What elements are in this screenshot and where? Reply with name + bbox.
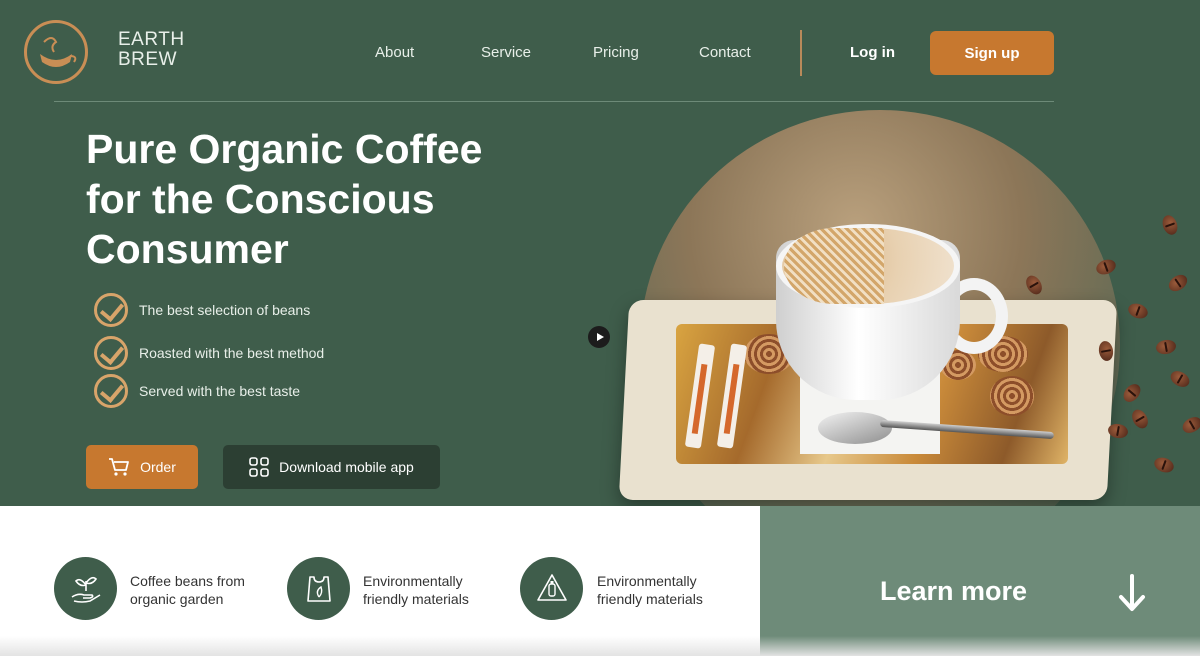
benefit-icon-badge: [54, 557, 117, 620]
feature-item: The best selection of beans: [94, 293, 310, 327]
signup-button[interactable]: Sign up: [930, 31, 1054, 75]
nav-pricing[interactable]: Pricing: [593, 44, 639, 61]
nav-divider: [800, 30, 802, 76]
benefit-icon-badge: [520, 557, 583, 620]
coffee-bean: [1128, 406, 1152, 432]
checkmark-icon: [94, 374, 128, 408]
brand-name: EARTH BREW: [118, 30, 185, 70]
nav-service[interactable]: Service: [481, 44, 531, 61]
coffee-bean: [1126, 301, 1150, 321]
coffee-bean: [1106, 422, 1130, 440]
coffee-bean: [1167, 367, 1193, 391]
coffee-bean: [1160, 213, 1180, 237]
benefit-text: Coffee beans from organic garden: [130, 572, 245, 608]
feature-label: Roasted with the best method: [139, 345, 325, 361]
foam-topping: [784, 228, 884, 304]
download-app-label: Download mobile app: [279, 459, 414, 475]
benefit-line-2: friendly materials: [363, 591, 469, 607]
play-video-button[interactable]: [588, 326, 610, 348]
coffee-bean: [1179, 413, 1200, 437]
feature-item: Served with the best taste: [94, 374, 300, 408]
bottom-shadow: [0, 636, 1200, 656]
cart-icon: [109, 458, 129, 476]
order-button[interactable]: Order: [86, 445, 198, 489]
eco-bag-icon: [306, 575, 331, 602]
benefit-line-1: Environmentally: [363, 573, 463, 589]
hero-headline: Pure Organic Coffee for the Conscious Co…: [86, 126, 483, 272]
benefit-line-1: Environmentally: [597, 573, 697, 589]
checkmark-icon: [94, 293, 128, 327]
coffee-bean: [1154, 338, 1178, 356]
brand-logo[interactable]: [24, 20, 88, 84]
nav-contact[interactable]: Contact: [699, 44, 751, 61]
benefit-text: Environmentally friendly materials: [597, 572, 703, 608]
benefit-text: Environmentally friendly materials: [363, 572, 469, 608]
brand-line-2: BREW: [118, 49, 177, 70]
feature-item: Roasted with the best method: [94, 336, 324, 370]
order-label: Order: [140, 459, 176, 475]
coffee-bean: [1152, 455, 1176, 475]
header-divider: [54, 101, 1054, 102]
learn-more-label[interactable]: Learn more: [880, 576, 1027, 607]
feature-label: Served with the best taste: [139, 383, 301, 399]
coffee-bean: [1165, 271, 1191, 295]
download-app-button[interactable]: Download mobile app: [223, 445, 440, 489]
hand-sprout-icon: [71, 576, 100, 603]
checkmark-icon: [94, 336, 128, 370]
login-link[interactable]: Log in: [850, 44, 895, 61]
benefit-line-1: Coffee beans from: [130, 573, 245, 589]
spoon: [818, 412, 892, 444]
feature-label: The best selection of beans: [139, 302, 311, 318]
nav-about[interactable]: About: [375, 44, 414, 61]
hero-section: EARTH BREW About Service Pricing Contact…: [0, 0, 1200, 506]
recycle-bottle-icon: [536, 573, 567, 601]
arrow-down-icon[interactable]: [1118, 574, 1146, 614]
benefit-icon-badge: [287, 557, 350, 620]
shell-decoration: [990, 376, 1034, 416]
benefit-line-2: friendly materials: [597, 591, 703, 607]
coffee-bean: [1120, 380, 1144, 406]
app-grid-icon: [249, 457, 269, 477]
coffee-cup-logo-icon: [40, 37, 77, 67]
benefit-line-2: organic garden: [130, 591, 224, 607]
brand-line-1: EARTH: [118, 29, 185, 50]
